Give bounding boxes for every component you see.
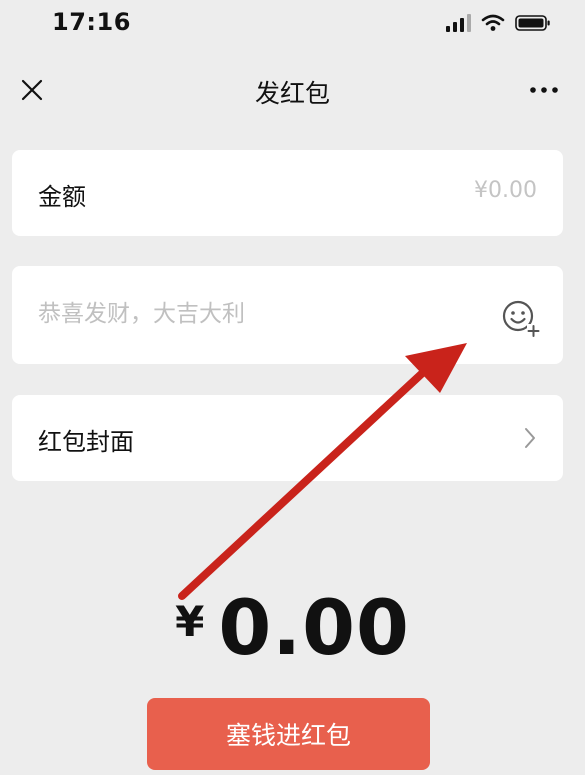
greeting-row	[12, 266, 563, 364]
total-value: 0.00	[218, 583, 410, 672]
nav-bar: 发红包	[0, 60, 585, 122]
more-icon[interactable]	[527, 76, 561, 104]
total-amount: ¥0.00	[0, 583, 585, 672]
amount-input[interactable]: ¥0.00	[474, 178, 537, 203]
status-time: 17:16	[52, 8, 131, 36]
total-currency: ¥	[175, 597, 205, 646]
battery-icon	[515, 15, 550, 31]
amount-row[interactable]: 金额 ¥0.00	[12, 150, 563, 236]
wifi-icon	[481, 14, 505, 31]
cover-row[interactable]: 红包封面	[12, 395, 563, 481]
send-red-packet-button[interactable]: 塞钱进红包	[147, 698, 430, 770]
page-title: 发红包	[254, 79, 330, 108]
chevron-right-icon	[525, 428, 535, 448]
cover-label: 红包封面	[38, 428, 134, 456]
emoji-add-icon[interactable]	[501, 299, 541, 337]
signal-icon	[446, 14, 471, 32]
greeting-input[interactable]	[38, 296, 468, 332]
amount-label: 金额	[38, 183, 86, 211]
status-icons	[446, 14, 551, 32]
status-bar: 17:16	[0, 0, 585, 48]
